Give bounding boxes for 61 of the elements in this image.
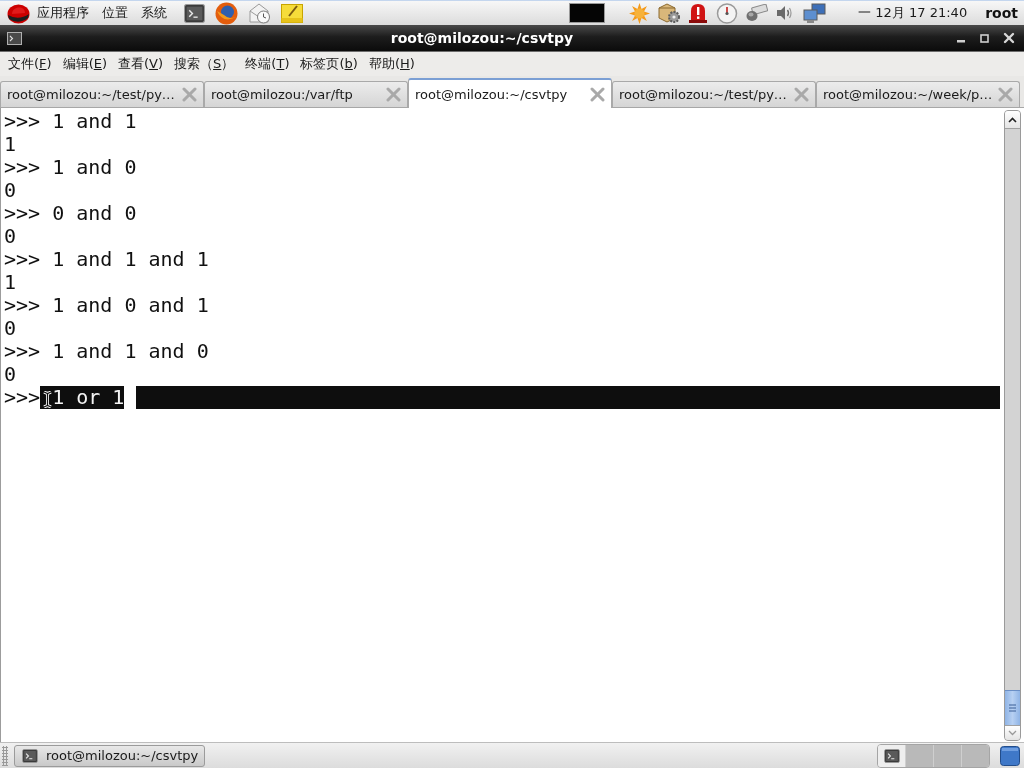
scrollbar-track[interactable] — [1004, 110, 1021, 741]
globe-icon[interactable] — [215, 1, 238, 25]
terminal-line: 1 — [4, 133, 18, 156]
keyboard-mouse-icon[interactable] — [746, 4, 769, 22]
text-cursor-icon — [43, 391, 52, 408]
terminal-tab[interactable]: root@milozou:~/week/p… — [816, 81, 1020, 107]
terminal-icon — [22, 748, 38, 763]
package-gear-icon[interactable] — [658, 3, 681, 23]
terminal-icon[interactable] — [184, 3, 205, 23]
panel-menu[interactable]: 位置 — [102, 4, 128, 22]
terminal-line: 0 — [4, 317, 18, 340]
chevron-down-icon — [1008, 730, 1017, 736]
alert-icon[interactable] — [688, 3, 709, 23]
scroll-down-button[interactable] — [1005, 725, 1020, 740]
terminal-line: 0 — [4, 225, 18, 248]
envelope-clock-icon[interactable] — [248, 2, 271, 24]
grip-icon — [1009, 704, 1016, 712]
drag-handle-icon[interactable] — [2, 745, 8, 766]
menu-item[interactable]: 查看(V) — [118, 55, 164, 73]
user-name[interactable]: root — [985, 5, 1018, 21]
menu-item[interactable]: 文件(F) — [8, 55, 52, 73]
close-icon[interactable] — [1003, 32, 1015, 44]
menu-item[interactable]: 搜索（S） — [174, 55, 235, 73]
panel-menu[interactable]: 应用程序 — [37, 4, 89, 22]
selected-text: 1 or 1 — [40, 386, 125, 409]
window-thumbnail[interactable] — [569, 3, 606, 23]
terminal-line: 1 — [4, 271, 18, 294]
terminal-line: >>> 0 and 0 — [4, 202, 138, 225]
terminal-line: >>> 1 and 0 — [4, 156, 138, 179]
terminal-line: >>> 1 and 1 — [4, 110, 138, 133]
window-title: root@milozou:~/csvtpy — [389, 30, 575, 46]
terminal-line: 0 — [4, 363, 18, 386]
terminal-icon — [883, 748, 900, 763]
terminal-tab[interactable]: root@milozou:~/test/py… — [612, 81, 816, 107]
menu-item[interactable]: 帮助(H) — [368, 55, 415, 73]
menu-item[interactable]: 编辑(E) — [62, 55, 107, 73]
network-icon[interactable] — [803, 2, 827, 24]
chevron-up-icon — [1008, 116, 1017, 123]
hat-logo-icon[interactable] — [7, 2, 30, 24]
workspace-button[interactable] — [878, 744, 905, 767]
menu-item[interactable]: 终端(T) — [245, 55, 290, 73]
terminal-line: >>> 1 and 0 and 1 — [4, 294, 210, 317]
terminal-line: >>> 1 and 1 and 1 — [4, 248, 210, 271]
maximize-icon[interactable] — [980, 33, 989, 43]
terminal-tab[interactable]: root@milozou:/var/ftp — [204, 81, 408, 107]
taskbar-window-button[interactable]: root@milozou:~/csvtpy — [14, 744, 205, 767]
clock[interactable]: 一 12月 17 21:40 — [858, 4, 968, 22]
terminal-line: >>> 1 and 1 and 0 — [4, 340, 210, 363]
menu-item[interactable]: 标签页(b) — [300, 55, 358, 73]
gauge-icon[interactable] — [716, 2, 739, 24]
scroll-up-button[interactable] — [1005, 111, 1020, 129]
desktop-icon[interactable] — [1000, 745, 1020, 766]
terminal-tab[interactable]: root@milozou:~/csvtpy — [408, 78, 612, 108]
speaker-icon[interactable] — [775, 4, 794, 22]
terminal-line: 0 — [4, 179, 18, 202]
panel-menu[interactable]: 系统 — [141, 4, 167, 22]
notepad-pencil-icon[interactable] — [281, 3, 303, 23]
scrollbar-thumb[interactable] — [1005, 690, 1020, 725]
terminal-tab[interactable]: root@milozou:~/test/py… — [0, 81, 204, 107]
terminal-prompt: >>> — [4, 386, 41, 409]
terminal-icon[interactable] — [7, 31, 22, 45]
